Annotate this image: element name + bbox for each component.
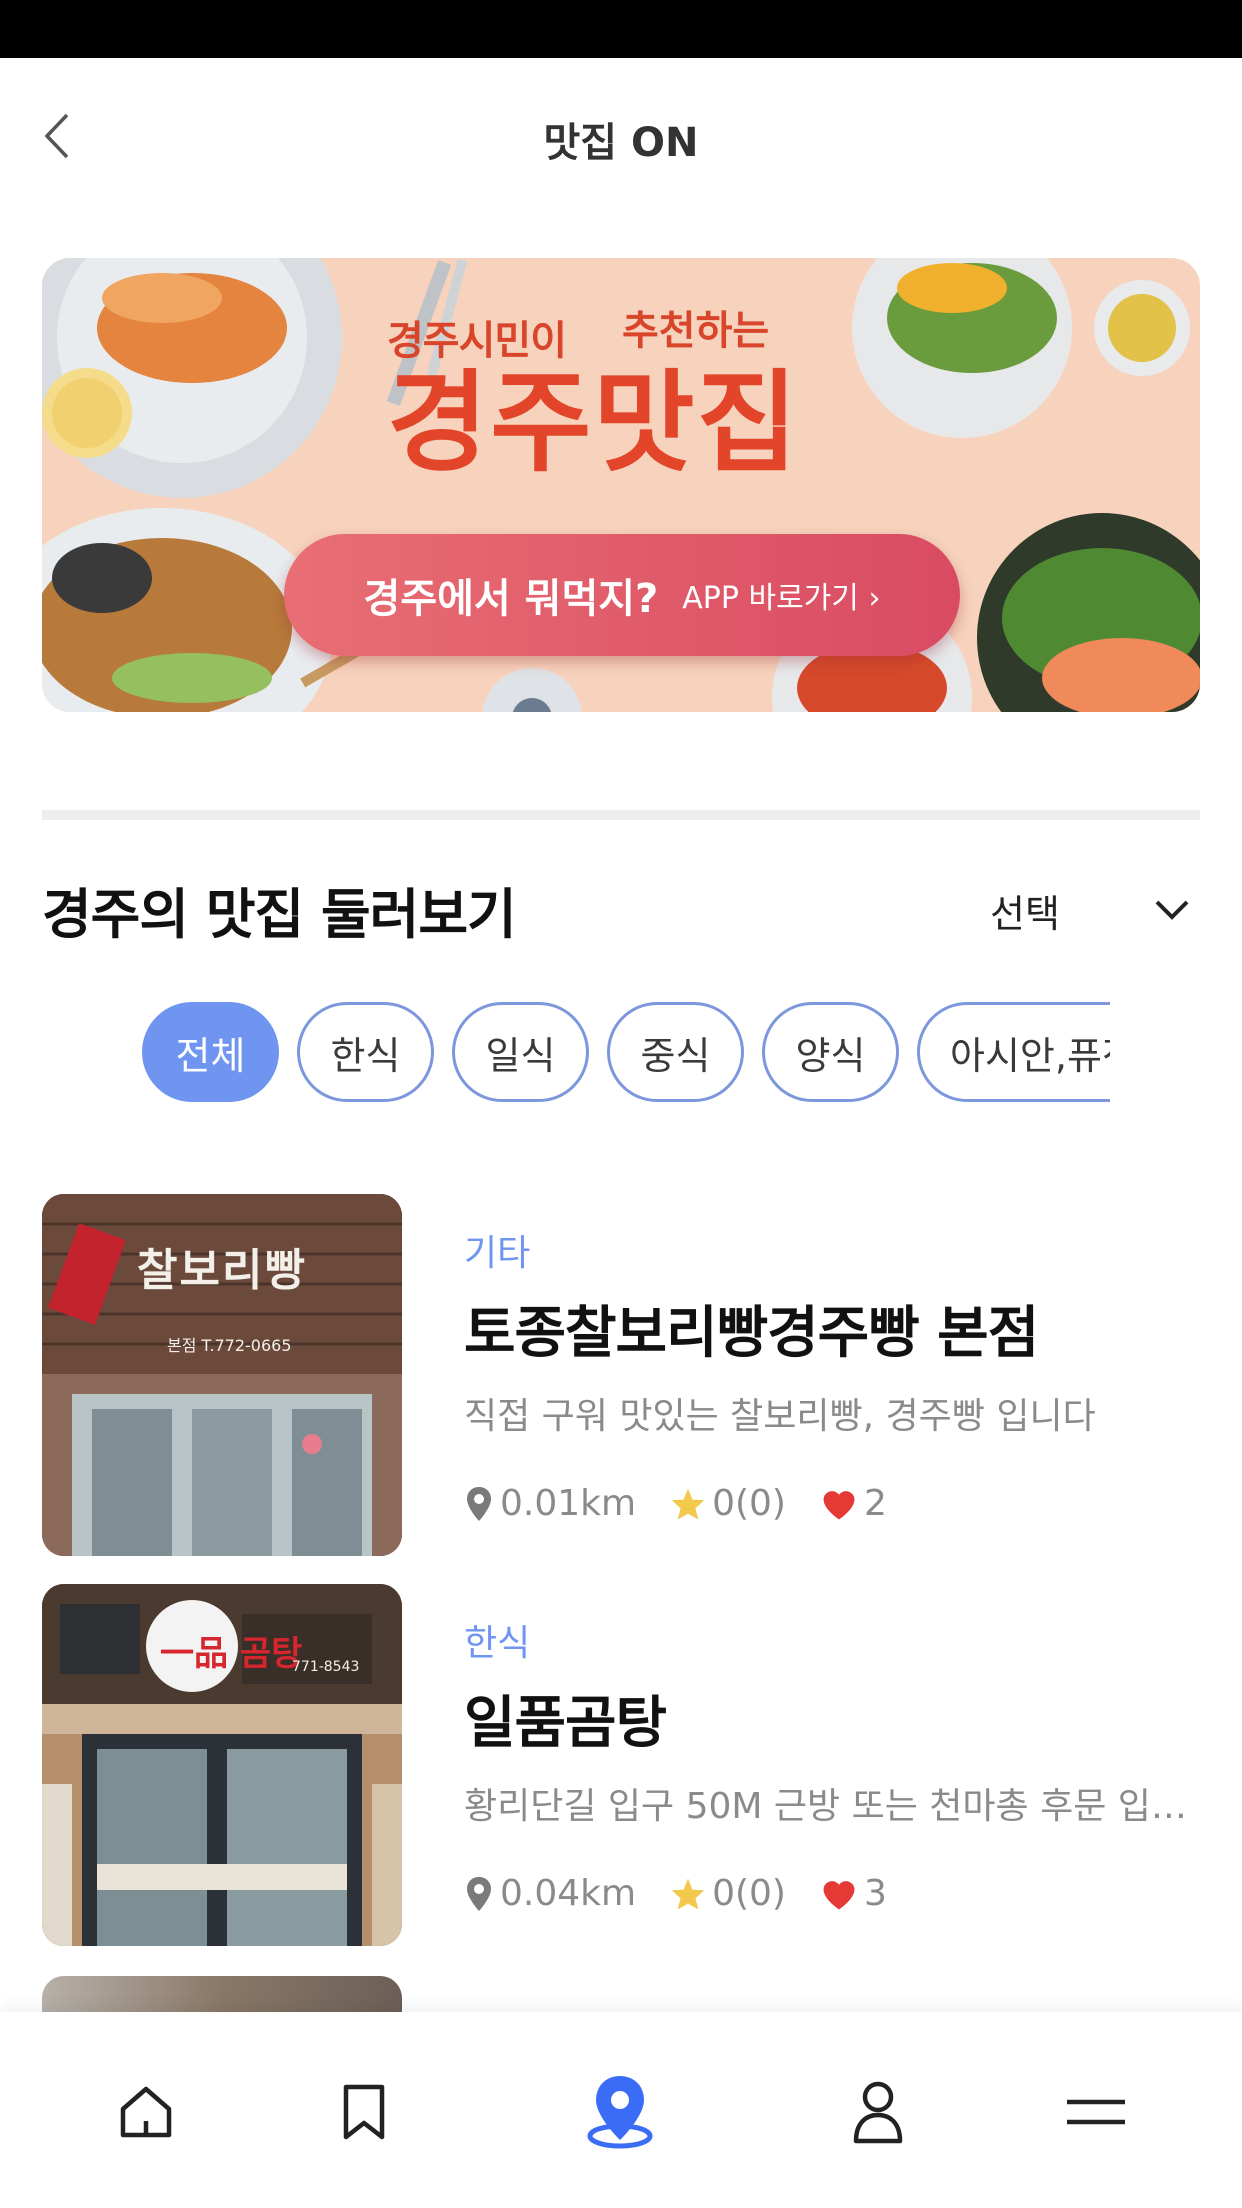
sort-select[interactable]: 선택	[990, 878, 1190, 942]
sign-sub: 771-8543	[292, 1659, 360, 1675]
section-divider	[42, 810, 1200, 820]
restaurant-name: 토종찰보리빵경주빵 본점	[464, 1301, 1039, 1366]
nav-map[interactable]	[580, 2072, 660, 2152]
banner-headline: 경주맛집	[387, 359, 800, 487]
banner-subtitle-a: 경주시민이	[387, 318, 567, 364]
home-icon	[120, 2086, 172, 2138]
rating-value: 0(0)	[712, 1873, 786, 1914]
restaurant-rating: 0(0)	[670, 1873, 786, 1914]
list-item[interactable]: 一品 곰탕 771-8543 한식 일품곰탕 황리단길 입구 50M 근방 또는…	[42, 1584, 1200, 1946]
distance-value: 0.01km	[500, 1483, 637, 1524]
chip-all[interactable]: 전체	[142, 1002, 279, 1102]
chip-japanese[interactable]: 일식	[452, 1002, 589, 1102]
likes-value: 3	[863, 1873, 887, 1914]
restaurant-description: 황리단길 입구 50M 근방 또는 천마총 후문 입구 5…	[464, 1786, 1200, 1827]
promo-banner[interactable]: 경주시민이 추천하는 경주맛집 경주에서 뭐먹지? APP 바로가기 ›	[42, 258, 1200, 712]
menu-icon	[1067, 2099, 1125, 2125]
chevron-down-icon	[1155, 900, 1189, 920]
restaurant-category: 기타	[464, 1233, 531, 1274]
nav-home[interactable]	[106, 2072, 186, 2152]
star-icon	[671, 1487, 705, 1520]
restaurant-likes[interactable]: 2	[820, 1483, 887, 1524]
heart-icon	[823, 1490, 855, 1519]
restaurant-distance: 0.01km	[464, 1483, 636, 1524]
rating-value: 0(0)	[712, 1483, 786, 1524]
chip-western[interactable]: 양식	[762, 1002, 899, 1102]
banner-cta-sub: APP 바로가기 ›	[682, 581, 881, 616]
heart-icon	[823, 1880, 855, 1909]
map-pin-icon	[587, 2076, 653, 2149]
page-title: 맛집 ON	[543, 120, 699, 166]
likes-value: 2	[863, 1483, 887, 1524]
chip-korean[interactable]: 한식	[297, 1002, 434, 1102]
category-chips: 전체 한식 일식 중식 양식 아시안,퓨전	[142, 1002, 1110, 1102]
restaurant-thumbnail: 一品 곰탕 771-8543	[42, 1584, 402, 1946]
restaurant-distance: 0.04km	[464, 1873, 636, 1914]
banner-cta-label: 경주에서 뭐먹지?	[363, 576, 659, 622]
nav-profile[interactable]	[838, 2072, 918, 2152]
restaurant-description: 직접 구워 맛있는 찰보리빵, 경주빵 입니다	[464, 1396, 1096, 1437]
section-title: 경주의 맛집 둘러보기	[42, 883, 517, 946]
sign-text: 찰보리빵	[137, 1245, 307, 1296]
star-icon	[671, 1877, 705, 1910]
location-pin-icon	[467, 1876, 491, 1911]
sign-sub: 본점 T.772-0665	[167, 1336, 292, 1355]
banner-subtitle-b: 추천하는	[622, 308, 770, 354]
nav-bookmark[interactable]	[324, 2072, 404, 2152]
sort-select-label: 선택	[990, 891, 1060, 936]
app-header: 맛집 ON	[0, 58, 1242, 218]
distance-value: 0.04km	[500, 1873, 637, 1914]
banner-app-link-button[interactable]: 경주에서 뭐먹지? APP 바로가기 ›	[284, 534, 960, 656]
restaurant-category: 한식	[464, 1623, 531, 1664]
list-item[interactable]: 찰보리빵 본점 T.772-0665 기타 토종찰보리빵경주빵 본점 직접 구워…	[42, 1194, 1200, 1556]
location-pin-icon	[467, 1486, 491, 1521]
bottom-navigation	[0, 2012, 1242, 2208]
restaurant-name: 일품곰탕	[464, 1691, 667, 1756]
chip-chinese[interactable]: 중식	[607, 1002, 744, 1102]
user-icon	[853, 2081, 903, 2144]
restaurant-rating: 0(0)	[670, 1483, 786, 1524]
sign-text: 一品 곰탕	[160, 1634, 303, 1674]
nav-menu[interactable]	[1056, 2072, 1136, 2152]
status-bar	[0, 0, 1242, 58]
bookmark-icon	[343, 2084, 385, 2140]
restaurant-thumbnail: 찰보리빵 본점 T.772-0665	[42, 1194, 402, 1556]
chip-asian-fusion[interactable]: 아시안,퓨전	[917, 1002, 1110, 1102]
restaurant-likes[interactable]: 3	[820, 1873, 887, 1914]
list-item-thumbnail-partial[interactable]	[42, 1976, 402, 2016]
